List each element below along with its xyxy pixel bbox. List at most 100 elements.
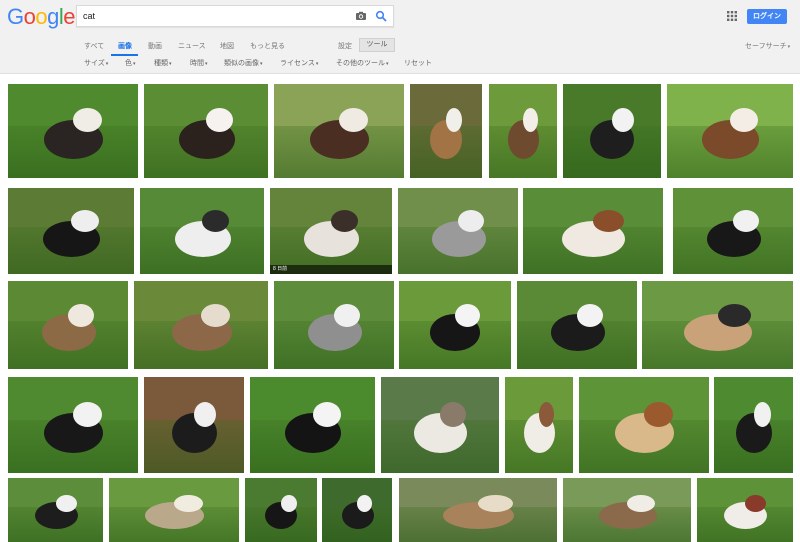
image-result-thumbnail[interactable] bbox=[250, 377, 375, 473]
image-result-thumbnail[interactable] bbox=[274, 281, 394, 369]
logo-letter: e bbox=[63, 4, 76, 29]
safesearch-label: セーフサーチ bbox=[745, 43, 787, 50]
image-result-thumbnail[interactable] bbox=[140, 188, 264, 274]
thumbnail-caption: 8 日前 bbox=[270, 265, 392, 274]
chevron-down-icon: ▾ bbox=[315, 61, 319, 67]
image-result-thumbnail[interactable] bbox=[673, 188, 793, 274]
search-box[interactable] bbox=[76, 5, 394, 27]
chevron-down-icon: ▾ bbox=[105, 61, 109, 67]
dog-head bbox=[331, 210, 358, 232]
filter-label: サイズ bbox=[84, 60, 105, 67]
dog-head bbox=[455, 304, 480, 327]
tab-maps[interactable]: 地図 bbox=[220, 41, 234, 53]
dog-head bbox=[754, 402, 771, 427]
image-result-thumbnail[interactable] bbox=[563, 84, 661, 178]
image-result-thumbnail[interactable] bbox=[8, 188, 134, 274]
image-result-thumbnail[interactable] bbox=[697, 478, 793, 542]
chevron-down-icon: ▾ bbox=[205, 61, 208, 67]
dog-head bbox=[281, 495, 297, 512]
dog-head bbox=[174, 495, 203, 512]
image-result-thumbnail[interactable] bbox=[410, 84, 482, 178]
image-result-thumbnail[interactable] bbox=[399, 281, 511, 369]
image-result-thumbnail[interactable]: 8 日前 bbox=[270, 188, 392, 274]
image-result-thumbnail[interactable] bbox=[144, 84, 268, 178]
dog-head bbox=[523, 108, 538, 132]
image-result-thumbnail[interactable] bbox=[579, 377, 709, 473]
filter-color[interactable]: 色▾ bbox=[125, 58, 136, 70]
filter-label: リセット bbox=[404, 60, 432, 67]
dog-head bbox=[339, 108, 368, 132]
chevron-down-icon: ▾ bbox=[386, 61, 389, 67]
logo-letter: o bbox=[35, 4, 48, 29]
dog-head bbox=[357, 495, 372, 512]
filter-time[interactable]: 時間▾ bbox=[190, 58, 208, 70]
image-result-thumbnail[interactable] bbox=[714, 377, 793, 473]
dog-head bbox=[577, 304, 603, 327]
dog-head bbox=[73, 108, 102, 132]
dog-head bbox=[201, 304, 230, 327]
filter-size[interactable]: サイズ▾ bbox=[84, 58, 108, 70]
filter-type[interactable]: 種類▾ bbox=[154, 58, 172, 70]
search-input[interactable] bbox=[83, 8, 343, 24]
image-result-thumbnail[interactable] bbox=[399, 478, 557, 542]
filter-label: 時間 bbox=[190, 60, 204, 67]
dog-head bbox=[593, 210, 624, 232]
image-result-thumbnail[interactable] bbox=[398, 188, 518, 274]
image-result-thumbnail[interactable] bbox=[245, 478, 317, 542]
tab-news[interactable]: ニュース bbox=[178, 41, 206, 53]
dog-head bbox=[730, 108, 758, 132]
image-result-thumbnail[interactable] bbox=[523, 188, 663, 274]
chevron-down-icon: ▾ bbox=[260, 61, 263, 67]
google-logo[interactable]: Google bbox=[7, 4, 76, 30]
dog-head bbox=[733, 210, 759, 232]
dog-head bbox=[627, 495, 655, 512]
tab-videos[interactable]: 動画 bbox=[148, 41, 162, 53]
chevron-down-icon: ▾ bbox=[133, 61, 136, 67]
search-icon[interactable] bbox=[375, 10, 387, 22]
filter-similar[interactable]: 類似の画像▾ bbox=[224, 58, 263, 70]
dog-head bbox=[446, 108, 462, 132]
tools-button[interactable]: ツール bbox=[359, 38, 395, 52]
camera-icon[interactable] bbox=[355, 10, 367, 22]
image-result-thumbnail[interactable] bbox=[322, 478, 392, 542]
tab-more[interactable]: もっと見る bbox=[250, 41, 285, 53]
dog-head bbox=[478, 495, 513, 512]
settings-link[interactable]: 設定 bbox=[338, 41, 352, 53]
image-result-thumbnail[interactable] bbox=[144, 377, 244, 473]
image-result-thumbnail[interactable] bbox=[134, 281, 268, 369]
image-result-thumbnail[interactable] bbox=[667, 84, 793, 178]
filter-label: 色 bbox=[125, 60, 132, 67]
filter-label: その他のツール bbox=[336, 60, 385, 67]
safesearch-menu[interactable]: セーフサーチ▾ bbox=[745, 41, 790, 53]
image-result-thumbnail[interactable] bbox=[505, 377, 573, 473]
image-result-thumbnail[interactable] bbox=[8, 478, 103, 542]
dog-head bbox=[194, 402, 216, 427]
dog-head bbox=[745, 495, 766, 512]
dog-head bbox=[56, 495, 77, 512]
image-result-thumbnail[interactable] bbox=[274, 84, 404, 178]
image-result-thumbnail[interactable] bbox=[8, 377, 138, 473]
tab-all[interactable]: すべて bbox=[84, 41, 104, 53]
image-result-thumbnail[interactable] bbox=[8, 84, 138, 178]
image-result-thumbnail[interactable] bbox=[489, 84, 557, 178]
dog-head bbox=[313, 402, 341, 427]
active-tab-indicator bbox=[111, 54, 138, 56]
header-bar: Google ログイン すべて 画像 動画 ニュース 地図 もっと見る 設定 ツ… bbox=[0, 0, 800, 74]
image-result-thumbnail[interactable] bbox=[642, 281, 793, 369]
dog-head bbox=[612, 108, 634, 132]
tab-images[interactable]: 画像 bbox=[118, 41, 132, 53]
filter-license[interactable]: ライセンス▾ bbox=[280, 58, 318, 70]
filter-more-tools[interactable]: その他のツール▾ bbox=[336, 58, 389, 70]
login-button[interactable]: ログイン bbox=[747, 9, 787, 24]
apps-grid-icon[interactable] bbox=[727, 11, 737, 21]
image-result-thumbnail[interactable] bbox=[381, 377, 499, 473]
dog-head bbox=[71, 210, 99, 232]
filter-label: 種類 bbox=[154, 60, 168, 67]
image-result-thumbnail[interactable] bbox=[8, 281, 128, 369]
image-result-thumbnail[interactable] bbox=[517, 281, 637, 369]
dog-head bbox=[73, 402, 102, 427]
image-result-thumbnail[interactable] bbox=[563, 478, 691, 542]
filter-reset[interactable]: リセット bbox=[404, 58, 432, 70]
image-result-thumbnail[interactable] bbox=[109, 478, 239, 542]
dog-head bbox=[458, 210, 484, 232]
